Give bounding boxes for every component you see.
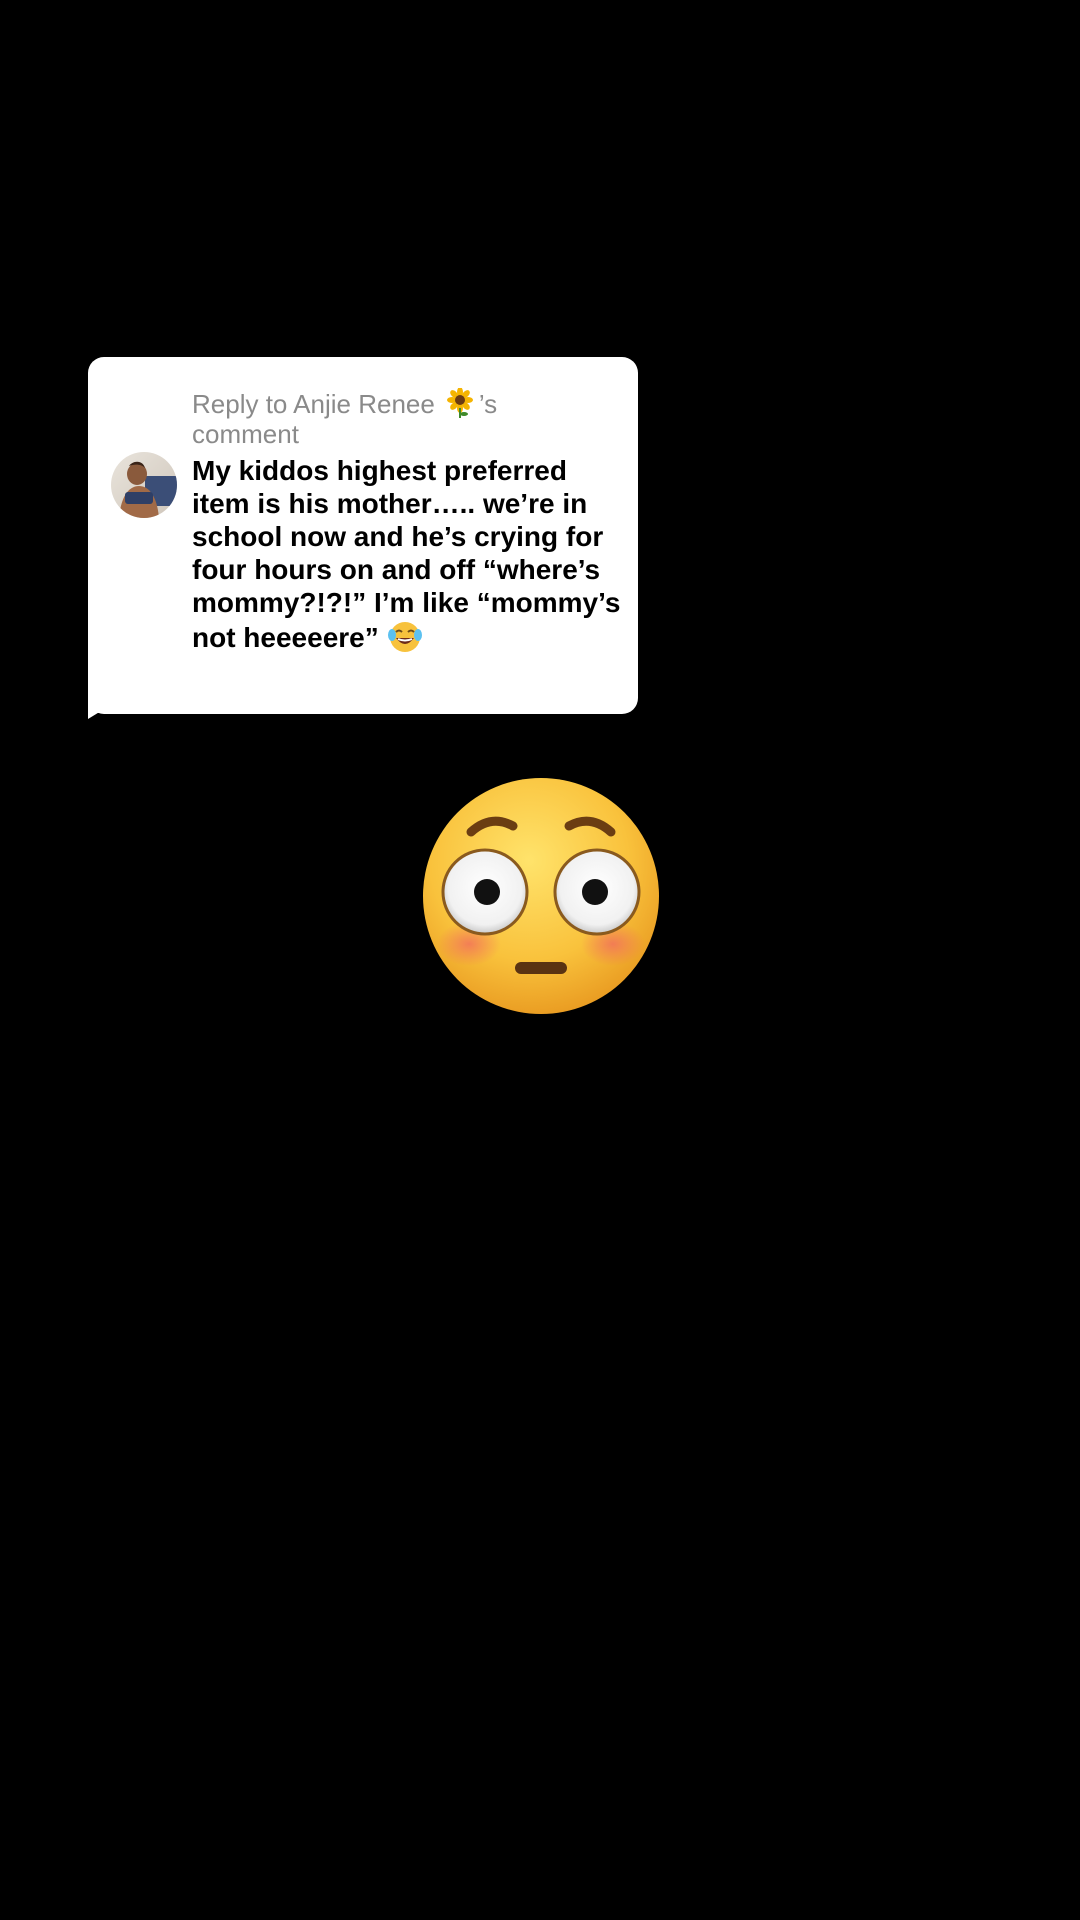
reply-suffix: ’s <box>478 389 498 419</box>
bubble-tail <box>88 697 124 719</box>
reply-prefix: Reply to Anjie Renee <box>192 389 435 419</box>
reply-comment-bubble[interactable]: Reply to Anjie Renee ’s comment My kiddos… <box>88 357 638 719</box>
avatar-image <box>111 452 177 518</box>
comment-body: My kiddos highest preferred item is his … <box>192 454 622 655</box>
video-frame: Reply to Anjie Renee ’s comment My kiddos… <box>0 0 1080 1920</box>
reply-header: Reply to Anjie Renee ’s comment <box>192 387 612 449</box>
face-with-tears-of-joy-icon <box>387 619 423 655</box>
sunflower-icon <box>445 387 475 418</box>
reply-header-line2: comment <box>192 419 299 449</box>
flushed-face-icon <box>419 774 663 1018</box>
commenter-avatar[interactable] <box>111 452 177 518</box>
